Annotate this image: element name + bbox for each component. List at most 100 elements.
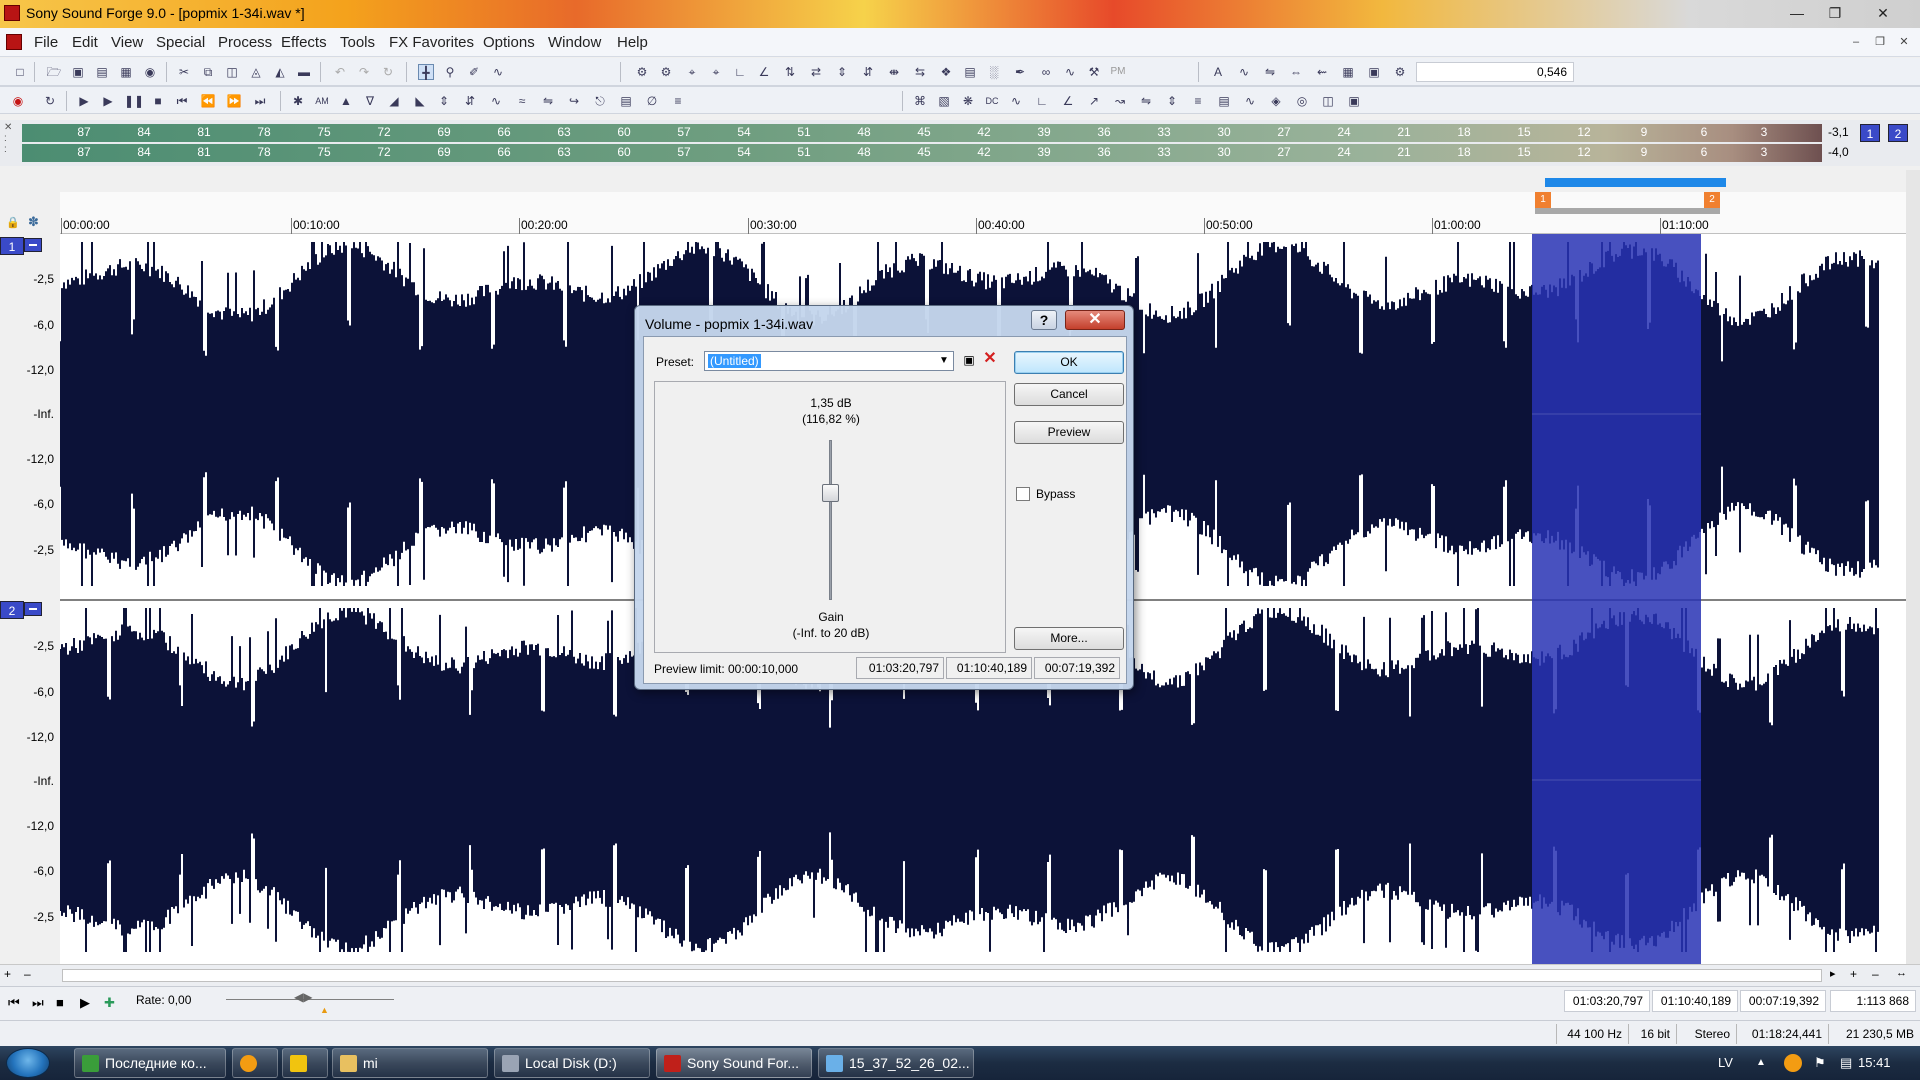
zoom-in-level-icon[interactable]: + <box>1850 967 1857 981</box>
region-bar[interactable] <box>1535 208 1720 214</box>
preset-value[interactable]: (Untitled) <box>708 354 761 368</box>
save-as-icon[interactable]: ▤ <box>94 64 110 80</box>
stretch-icon[interactable]: ⇔ <box>1288 64 1304 80</box>
info-icon[interactable]: ❖ <box>938 64 954 80</box>
magnify-tool-icon[interactable]: ⚲ <box>442 64 458 80</box>
rewind-icon[interactable]: ⏪ <box>200 93 216 109</box>
tray-expand-icon[interactable]: ▲ <box>1756 1057 1766 1068</box>
close-button[interactable]: ✕ <box>1866 2 1900 24</box>
pencil-tool-icon[interactable]: ✐ <box>466 64 482 80</box>
bypass-label[interactable]: Bypass <box>1036 487 1075 501</box>
normalize-icon[interactable]: ⇕ <box>834 64 850 80</box>
properties-icon[interactable]: ◉ <box>142 64 158 80</box>
insert-icon[interactable]: ↪ <box>566 93 582 109</box>
preview-button[interactable]: Preview <box>1014 421 1124 444</box>
forward-icon[interactable]: ⏩ <box>226 93 242 109</box>
spectrum-icon[interactable]: ▤ <box>962 64 978 80</box>
chorus-icon[interactable]: ⌘ <box>912 93 928 109</box>
mix-icon[interactable]: ◬ <box>248 64 264 80</box>
taskbar-firefox[interactable] <box>232 1048 278 1078</box>
bypass-checkbox[interactable] <box>1016 487 1030 501</box>
menu-special[interactable]: Special <box>156 34 205 51</box>
snap-icon[interactable]: ⌖ <box>684 64 700 80</box>
options-icon[interactable]: ⚙ <box>1392 64 1408 80</box>
app-icon[interactable] <box>4 5 20 21</box>
plugin-chain-icon[interactable]: ▣ <box>1346 93 1362 109</box>
pan-icon[interactable]: ∿ <box>488 93 504 109</box>
cancel-button[interactable]: Cancel <box>1014 383 1124 406</box>
compressor-icon[interactable]: ⇕ <box>1164 93 1180 109</box>
overview-selection[interactable] <box>1545 178 1726 187</box>
am-label[interactable]: AM <box>314 93 330 109</box>
wahwah-icon[interactable]: ∿ <box>1242 93 1258 109</box>
scrub-icon[interactable]: ✚ <box>104 995 115 1011</box>
distortion-icon[interactable]: ❋ <box>960 93 976 109</box>
taskbar-image-viewer[interactable]: 15_37_52_26_02... <box>818 1048 974 1078</box>
selection-start-field[interactable]: 01:03:20,797 <box>1564 990 1650 1012</box>
crossfade-icon[interactable]: ⇜ <box>1314 64 1330 80</box>
amplitude-icon[interactable]: ⇵ <box>860 64 876 80</box>
noise-gate-icon[interactable]: ∠ <box>1060 93 1076 109</box>
maximize-button[interactable]: ❐ <box>1818 2 1852 24</box>
region-marker-start[interactable]: 1 <box>1535 192 1551 208</box>
document-icon[interactable] <box>6 34 22 50</box>
eq-graphic-icon[interactable]: ≡ <box>1190 93 1206 109</box>
gapper-icon[interactable]: ∟ <box>1034 93 1050 109</box>
pitch-bend-icon[interactable]: ↗ <box>1086 93 1102 109</box>
horizontal-scrollbar[interactable]: + – ▸ + – ↔ <box>0 964 1920 986</box>
record-icon[interactable]: ◉ <box>10 93 26 109</box>
render-icon[interactable]: ▦ <box>118 64 134 80</box>
lock-icon[interactable]: 🔒 <box>6 216 20 229</box>
asterisk-icon[interactable]: ✱ <box>290 93 306 109</box>
sample-rate[interactable]: 44 100 Hz <box>1556 1024 1628 1044</box>
fade-out-icon[interactable]: ∠ <box>756 64 772 80</box>
mdi-close-button[interactable]: ✕ <box>1894 32 1914 52</box>
markers-icon[interactable]: ⚙ <box>658 64 674 80</box>
silence-icon[interactable]: ▤ <box>618 93 634 109</box>
loop-playback-icon[interactable]: ↻ <box>42 93 58 109</box>
menu-effects[interactable]: Effects <box>281 34 327 51</box>
help-button[interactable]: ? <box>1031 310 1057 330</box>
reverb-icon[interactable]: ↝ <box>1112 93 1128 109</box>
text-icon[interactable]: A <box>1210 64 1226 80</box>
bit-depth[interactable]: 16 bit <box>1628 1024 1676 1044</box>
tray-flag-icon[interactable]: ⚑ <box>1814 1055 1826 1071</box>
trim-icon[interactable]: ▬ <box>296 64 312 80</box>
waveform-selection[interactable] <box>1532 234 1701 964</box>
taskbar-folder-mi[interactable]: mi <box>332 1048 488 1078</box>
zoom-out-time-icon[interactable]: – <box>24 967 31 981</box>
pm-label[interactable]: PM <box>1110 64 1126 80</box>
track-2-minimize-button[interactable] <box>24 602 42 616</box>
mdi-minimize-button[interactable]: – <box>1846 32 1866 52</box>
preset-combobox[interactable]: (Untitled) ▼ <box>704 351 954 371</box>
taskbar-sound-forge[interactable]: Sony Sound For... <box>656 1048 812 1078</box>
go-end-icon[interactable]: ⏭ <box>32 995 44 1011</box>
region-marker-end[interactable]: 2 <box>1704 192 1720 208</box>
plugin-icon[interactable]: ⚒ <box>1086 64 1102 80</box>
normalize-tool-icon[interactable]: ⇵ <box>462 93 478 109</box>
menu-tools[interactable]: Tools <box>340 34 375 51</box>
ok-button[interactable]: OK <box>1014 351 1124 374</box>
wave-hammer-icon[interactable]: ▲ <box>338 93 354 109</box>
go-to-end-icon[interactable]: ⏭ <box>252 93 268 109</box>
stop-play-icon[interactable]: ■ <box>56 995 64 1010</box>
menu-file[interactable]: File <box>34 34 58 51</box>
stop-icon[interactable]: ■ <box>150 93 166 109</box>
zoom-ratio-display[interactable]: 1:113 868 <box>1830 990 1916 1012</box>
play-all-icon[interactable]: ▶ <box>76 93 92 109</box>
vibrato-icon[interactable]: ⇋ <box>1138 93 1154 109</box>
clock[interactable]: 15:41 <box>1858 1055 1891 1070</box>
cut-icon[interactable]: ✂ <box>176 64 192 80</box>
repeat-icon[interactable]: ↻ <box>380 64 396 80</box>
track-1-minimize-button[interactable] <box>24 238 42 252</box>
batch-icon[interactable]: ▦ <box>1340 64 1356 80</box>
gain-icon[interactable]: ⇕ <box>436 93 452 109</box>
delete-preset-icon[interactable]: ✕ <box>982 351 998 367</box>
envelope-icon[interactable]: ◢ <box>386 93 402 109</box>
flange-icon[interactable]: ∿ <box>1008 93 1024 109</box>
piano-icon[interactable]: ░ <box>986 64 1002 80</box>
mdi-restore-button[interactable]: ❐ <box>1870 32 1890 52</box>
menu-view[interactable]: View <box>111 34 143 51</box>
play-icon[interactable]: ▶ <box>100 93 116 109</box>
curve-icon[interactable]: ∿ <box>1062 64 1078 80</box>
